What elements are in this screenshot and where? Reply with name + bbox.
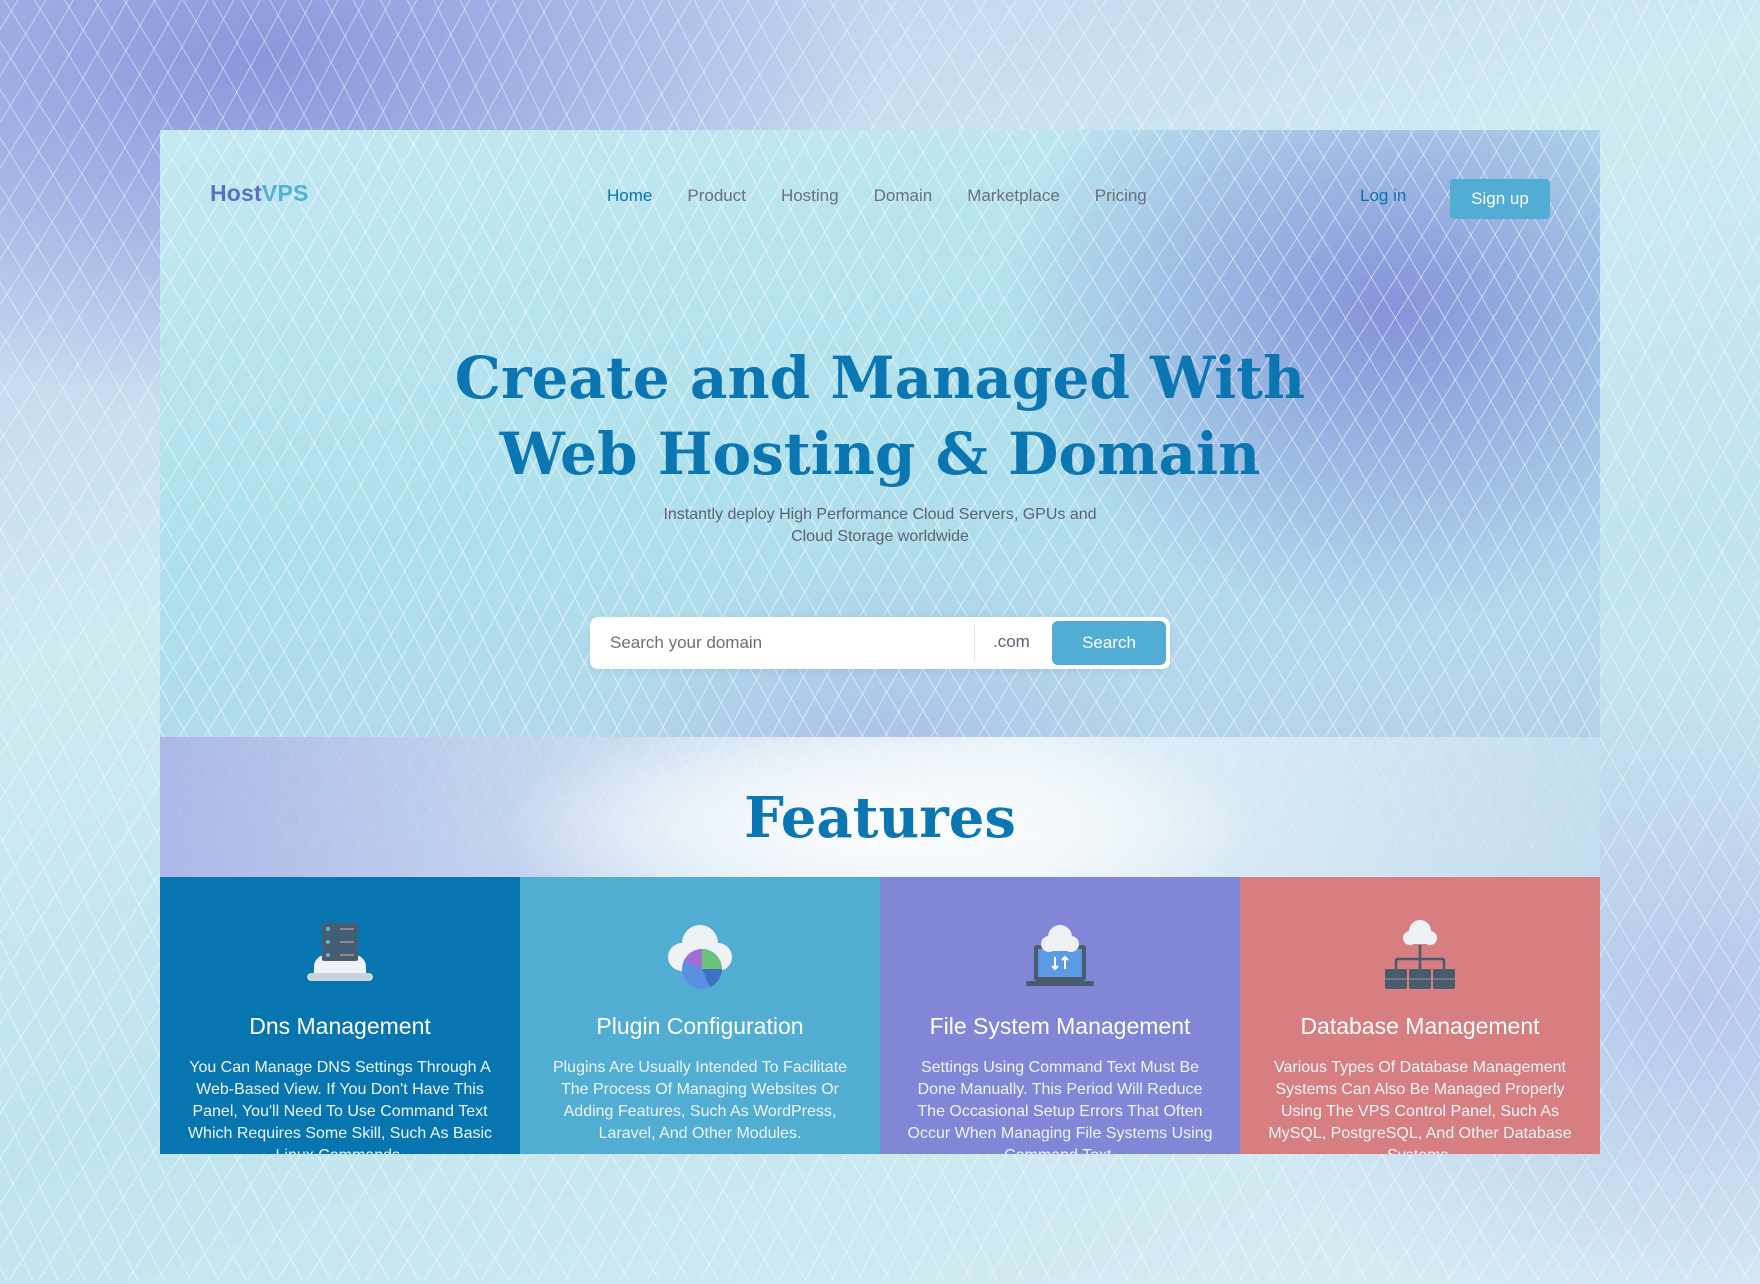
feature-card-dns[interactable]: Dns Management You Can Manage DNS Settin…	[160, 877, 520, 1154]
nav-product[interactable]: Product	[687, 186, 746, 206]
feature-cards: Dns Management You Can Manage DNS Settin…	[160, 877, 1600, 1154]
feature-title: Dns Management	[249, 1013, 431, 1039]
website-frame: HostVPS Home Product Hosting Domain Mark…	[160, 130, 1600, 1154]
cloud-network-icon	[1385, 920, 1455, 989]
feature-card-filesystem[interactable]: File System Management Settings Using Co…	[880, 877, 1240, 1154]
logo[interactable]: HostVPS	[210, 180, 309, 207]
login-link[interactable]: Log in	[1360, 186, 1406, 206]
tld-selector[interactable]: .com	[993, 632, 1030, 652]
nav-pricing[interactable]: Pricing	[1095, 186, 1147, 206]
feature-description: Plugins Are Usually Intended To Facilita…	[552, 1059, 848, 1142]
feature-title: Plugin Configuration	[596, 1013, 804, 1039]
hero-subtitle-line2: Cloud Storage worldwide	[791, 528, 969, 545]
hero-title-line2: Web Hosting & Domain	[499, 420, 1261, 488]
hero-subtitle: Instantly deploy High Performance Cloud …	[630, 504, 1130, 548]
feature-description: Settings Using Command Text Must Be Done…	[907, 1059, 1213, 1154]
feature-card-database[interactable]: Database Management Various Types Of Dat…	[1240, 877, 1600, 1154]
logo-host-text: Host	[210, 180, 262, 206]
feature-title: File System Management	[929, 1013, 1191, 1039]
top-navigation: HostVPS Home Product Hosting Domain Mark…	[160, 130, 1600, 260]
cloud-chart-icon	[668, 925, 732, 989]
nav-hosting[interactable]: Hosting	[781, 186, 839, 206]
feature-card-plugin[interactable]: Plugin Configuration Plugins Are Usually…	[520, 877, 880, 1154]
logo-vps-text: VPS	[261, 180, 309, 206]
hero-title: Create and Managed With Web Hosting & Do…	[160, 340, 1600, 492]
hero-title-line1: Create and Managed With	[454, 344, 1306, 412]
hero-subtitle-line1: Instantly deploy High Performance Cloud …	[663, 506, 1097, 523]
cloud-laptop-icon	[1026, 925, 1094, 986]
domain-search-input[interactable]	[610, 627, 960, 659]
feature-description: You Can Manage DNS Settings Through A We…	[187, 1059, 493, 1154]
features-title: Features	[744, 785, 1016, 851]
nav-domain[interactable]: Domain	[874, 186, 933, 206]
feature-title: Database Management	[1300, 1013, 1540, 1039]
feature-description: Various Types Of Database Management Sys…	[1268, 1059, 1572, 1154]
domain-search-bar: .com Search	[590, 617, 1170, 669]
signup-button[interactable]: Sign up	[1450, 179, 1550, 219]
main-menu: Home Product Hosting Domain Marketplace …	[607, 186, 1182, 206]
nav-home[interactable]: Home	[607, 186, 652, 206]
search-button[interactable]: Search	[1052, 621, 1166, 665]
server-cloud-icon	[307, 923, 373, 981]
nav-marketplace[interactable]: Marketplace	[967, 186, 1060, 206]
search-divider	[974, 625, 975, 661]
